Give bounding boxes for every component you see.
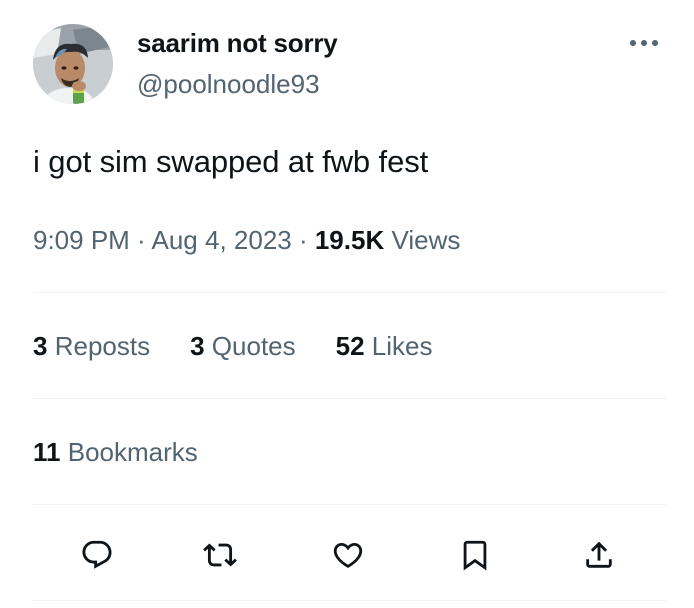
tweet-detail: saarim not sorry @poolnoodle93 i got sim… xyxy=(0,0,694,608)
tweet-time[interactable]: 9:09 PM xyxy=(33,225,130,255)
share-button[interactable] xyxy=(577,533,621,577)
meta-separator: · xyxy=(291,225,315,255)
views-label: Views xyxy=(391,225,461,255)
likes-stat[interactable]: 52 Likes xyxy=(336,331,433,362)
quotes-label: Quotes xyxy=(211,331,296,361)
reply-button[interactable] xyxy=(75,533,119,577)
tweet-text: i got sim swapped at fwb fest xyxy=(33,144,429,179)
like-icon xyxy=(333,542,363,568)
author-handle[interactable]: @poolnoodle93 xyxy=(137,69,320,100)
divider xyxy=(33,292,666,293)
share-icon xyxy=(586,541,612,568)
likes-count: 52 xyxy=(335,331,365,361)
bookmark-button[interactable] xyxy=(453,533,497,577)
divider xyxy=(33,504,666,505)
likes-label: Likes xyxy=(371,331,433,361)
avatar[interactable] xyxy=(33,24,113,104)
quotes-count: 3 xyxy=(190,331,205,361)
tweet-meta: 9:09 PM · Aug 4, 2023 · 19.5K Views xyxy=(33,225,460,256)
reply-icon xyxy=(82,540,112,569)
divider xyxy=(33,398,666,399)
like-button[interactable] xyxy=(326,533,370,577)
author-display-name[interactable]: saarim not sorry xyxy=(137,28,338,59)
repost-button[interactable] xyxy=(198,533,242,577)
reposts-label: Reposts xyxy=(54,331,151,361)
avatar-photo xyxy=(33,24,113,104)
bookmark-icon xyxy=(463,540,487,571)
repost-icon xyxy=(203,543,237,567)
reposts-stat[interactable]: 3 Reposts xyxy=(33,331,150,362)
more-options-button[interactable] xyxy=(622,28,666,58)
bookmarks-count: 11 xyxy=(33,437,61,467)
divider xyxy=(33,600,666,601)
views-count: 19.5K xyxy=(314,225,385,255)
meta-separator: · xyxy=(129,225,152,255)
reposts-count: 3 xyxy=(33,331,48,361)
tweet-date[interactable]: Aug 4, 2023 xyxy=(152,225,292,255)
quotes-stat[interactable]: 3 Quotes xyxy=(190,331,296,362)
bookmarks-stat[interactable]: 11 Bookmarks xyxy=(33,437,198,468)
bookmarks-label: Bookmarks xyxy=(67,437,198,467)
more-icon xyxy=(630,40,658,46)
engagement-stats: 3 Reposts 3 Quotes 52 Likes xyxy=(33,331,432,362)
